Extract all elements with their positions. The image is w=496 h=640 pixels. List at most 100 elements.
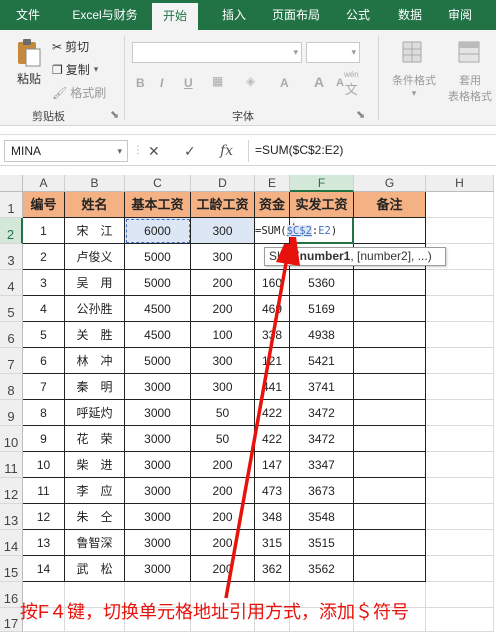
cell-f9[interactable]: 3472 (290, 400, 354, 426)
cell-g4[interactable] (354, 270, 426, 296)
dialog-launcher-icon[interactable]: ⬊ (356, 108, 365, 121)
table-format-button[interactable]: 套用 表格格式 (444, 40, 496, 104)
cell-e5[interactable]: 469 (255, 296, 290, 322)
cell-f4[interactable]: 5360 (290, 270, 354, 296)
cell-a8[interactable]: 7 (23, 374, 65, 400)
tab-1[interactable]: Excel与财务 (64, 0, 146, 30)
tab-6[interactable]: 数据 (390, 0, 430, 30)
cell-b11[interactable]: 柴 进 (65, 452, 125, 478)
cell-c4[interactable]: 5000 (125, 270, 191, 296)
cell-d2[interactable]: 300 (191, 218, 255, 244)
cell-c11[interactable]: 3000 (125, 452, 191, 478)
column-header-h[interactable]: H (426, 175, 494, 192)
cell-c9[interactable]: 3000 (125, 400, 191, 426)
cell-a11[interactable]: 10 (23, 452, 65, 478)
cell-d8[interactable]: 300 (191, 374, 255, 400)
cell-c15[interactable]: 3000 (125, 556, 191, 582)
cell-d10[interactable]: 50 (191, 426, 255, 452)
column-header-d[interactable]: D (191, 175, 255, 192)
cell-e11[interactable]: 147 (255, 452, 290, 478)
cell-d1[interactable]: 工龄工资 (191, 192, 255, 218)
cell-g15[interactable] (354, 556, 426, 582)
cell-e10[interactable]: 422 (255, 426, 290, 452)
cell-a13[interactable]: 12 (23, 504, 65, 530)
cell-b15[interactable]: 武 松 (65, 556, 125, 582)
cell-b14[interactable]: 鲁智深 (65, 530, 125, 556)
cell-c3[interactable]: 5000 (125, 244, 191, 270)
cell-g8[interactable] (354, 374, 426, 400)
cancel-icon[interactable]: ✕ (148, 143, 160, 160)
column-header-e[interactable]: E (255, 175, 290, 192)
decrease-font-button[interactable]: A (336, 77, 344, 89)
phonetic-button[interactable]: wén 文 (344, 70, 359, 98)
cell-a7[interactable]: 6 (23, 348, 65, 374)
cell-h14[interactable] (426, 530, 494, 556)
cell-g5[interactable] (354, 296, 426, 322)
cell-h12[interactable] (426, 478, 494, 504)
cell-e8[interactable]: 441 (255, 374, 290, 400)
cell-g13[interactable] (354, 504, 426, 530)
cell-h8[interactable] (426, 374, 494, 400)
cut-button[interactable]: ✂ 剪切 (52, 38, 89, 55)
cell-d15[interactable]: 200 (191, 556, 255, 582)
row-header-11[interactable]: 11 (0, 452, 23, 478)
cell-d11[interactable]: 200 (191, 452, 255, 478)
cell-a6[interactable]: 5 (23, 322, 65, 348)
row-header-6[interactable]: 6 (0, 322, 23, 348)
column-header-b[interactable]: B (65, 175, 125, 192)
tab-3[interactable]: 插入 (214, 0, 254, 30)
cell-g10[interactable] (354, 426, 426, 452)
cell-e14[interactable]: 315 (255, 530, 290, 556)
italic-button[interactable]: I (160, 76, 163, 90)
cell-g2[interactable] (354, 218, 426, 244)
cell-a1[interactable]: 编号 (23, 192, 65, 218)
tab-4[interactable]: 页面布局 (262, 0, 330, 30)
row-header-7[interactable]: 7 (0, 348, 23, 374)
cell-g6[interactable] (354, 322, 426, 348)
increase-font-button[interactable]: A (314, 74, 324, 90)
cell-f1[interactable]: 实发工资 (290, 192, 354, 218)
cell-h7[interactable] (426, 348, 494, 374)
font-name-combo[interactable]: ▾ (132, 42, 302, 63)
cell-b1[interactable]: 姓名 (65, 192, 125, 218)
cell-b7[interactable]: 林 冲 (65, 348, 125, 374)
cell-c2[interactable]: 6000 (125, 218, 191, 244)
cell-f15[interactable]: 3562 (290, 556, 354, 582)
column-header-c[interactable]: C (125, 175, 191, 192)
cell-a14[interactable]: 13 (23, 530, 65, 556)
function-argument-tooltip[interactable]: SUM(number1, [number2], ...) (264, 247, 446, 266)
cell-a5[interactable]: 4 (23, 296, 65, 322)
cell-f7[interactable]: 5421 (290, 348, 354, 374)
row-header-14[interactable]: 14 (0, 530, 23, 556)
cell-g11[interactable] (354, 452, 426, 478)
dialog-launcher-icon[interactable]: ⬊ (110, 108, 119, 121)
cell-e15[interactable]: 362 (255, 556, 290, 582)
tab-2[interactable]: 开始 (152, 3, 198, 30)
cell-a2[interactable]: 1 (23, 218, 65, 244)
cell-d7[interactable]: 300 (191, 348, 255, 374)
column-header-f[interactable]: F (290, 175, 354, 192)
row-header-15[interactable]: 15 (0, 556, 23, 582)
cell-g9[interactable] (354, 400, 426, 426)
cell-h2[interactable] (426, 218, 494, 244)
cell-h13[interactable] (426, 504, 494, 530)
select-all-corner[interactable] (0, 175, 23, 192)
cell-f14[interactable]: 3515 (290, 530, 354, 556)
conditional-format-button[interactable]: 条件格式 ▾ (386, 40, 442, 99)
cell-c5[interactable]: 4500 (125, 296, 191, 322)
cell-d6[interactable]: 100 (191, 322, 255, 348)
cell-h17[interactable] (426, 608, 494, 632)
cell-b5[interactable]: 公孙胜 (65, 296, 125, 322)
cell-b13[interactable]: 朱 仝 (65, 504, 125, 530)
copy-button[interactable]: ❐ 复制 ▾ (52, 61, 98, 78)
cell-c12[interactable]: 3000 (125, 478, 191, 504)
tab-0[interactable]: 文件 (8, 0, 48, 30)
row-header-4[interactable]: 4 (0, 270, 23, 296)
row-header-9[interactable]: 9 (0, 400, 23, 426)
column-header-a[interactable]: A (23, 175, 65, 192)
font-size-combo[interactable]: ▾ (306, 42, 360, 63)
row-header-13[interactable]: 13 (0, 504, 23, 530)
cell-e2[interactable]: =SUM($C$2:E2) (255, 218, 337, 244)
cell-e4[interactable]: 160 (255, 270, 290, 296)
fill-color-button[interactable]: ◈ (246, 74, 255, 88)
